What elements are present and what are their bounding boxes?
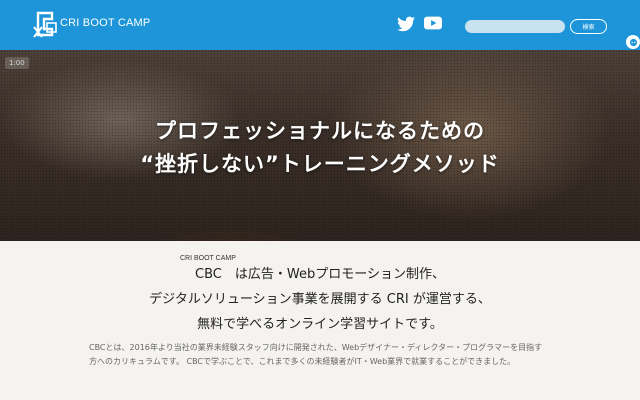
intro-body-text: CBCとは、2016年より当社の業界未経験スタッフ向けに開発された、Webデザイ… [89, 343, 543, 366]
lead-line1: CBC は広告・Webプロモーション制作、 [195, 267, 445, 282]
brand-name[interactable]: CRI BOOT CAMP [60, 17, 150, 29]
youtube-icon[interactable] [424, 16, 442, 30]
hero-video[interactable]: 1:00 プロフェッショナルになるための “挫折しない”トレーニングメソッド [0, 50, 640, 241]
cbc-ruby-annotation: CRI BOOT CAMP [180, 255, 236, 262]
hero-title-line1: プロフェッショナルになるための [155, 119, 485, 143]
lead-line2: デジタルソリューション事業を展開する CRI が運営する、 [149, 292, 491, 307]
lead-line3: 無料で学べるオンライン学習サイトです。 [197, 317, 443, 332]
site-header: CRI BOOT CAMP 検索 [0, 0, 640, 50]
hero-title-line2: “挫折しない”トレーニングメソッド [140, 152, 500, 176]
twitter-icon[interactable] [397, 16, 415, 32]
search-button[interactable]: 検索 [570, 19, 607, 34]
logo-icon[interactable] [30, 9, 60, 39]
chat-icon [629, 38, 637, 46]
intro-section: CRI BOOT CAMP CBC は広告・Webプロモーション制作、 デジタル… [0, 241, 640, 400]
video-timestamp: 1:00 [5, 57, 29, 69]
side-circle-icon[interactable] [626, 35, 640, 49]
search-input[interactable] [465, 20, 565, 33]
